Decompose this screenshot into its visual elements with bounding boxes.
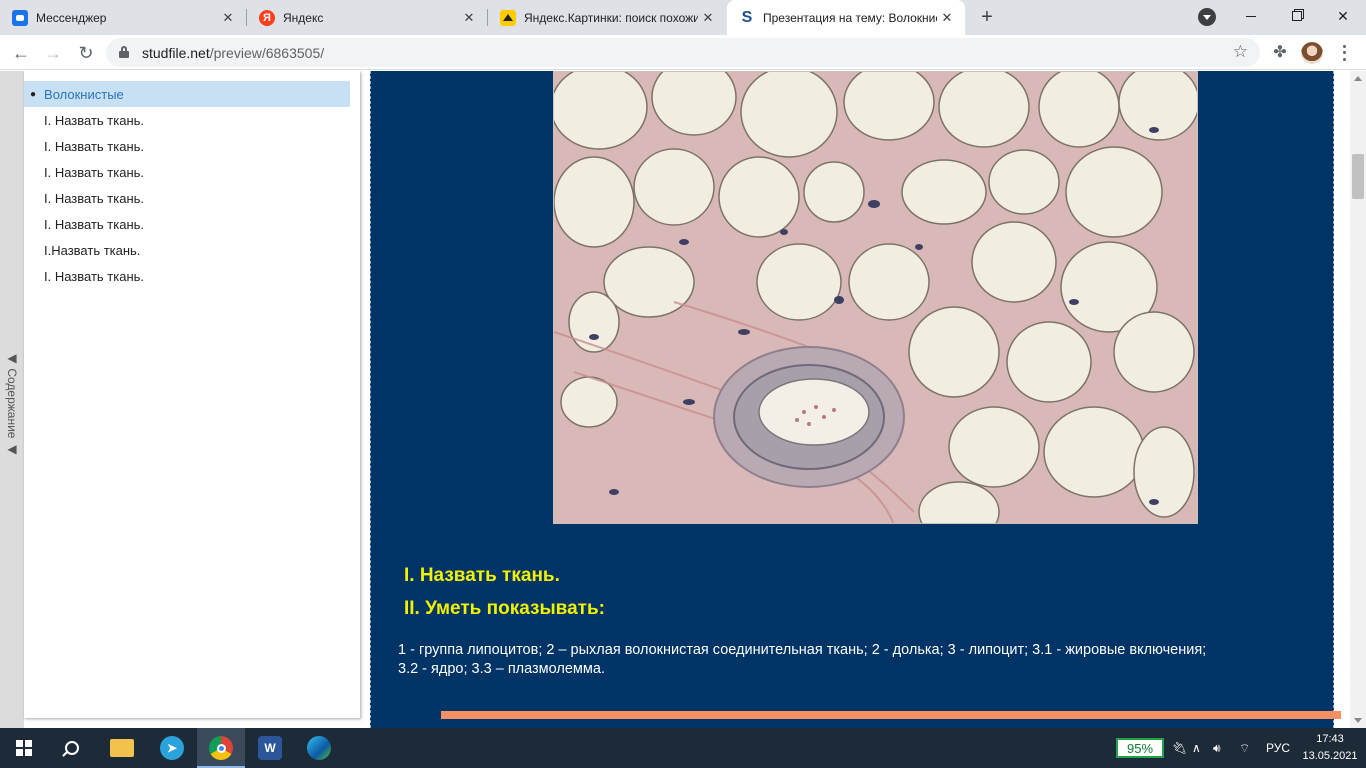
close-icon[interactable]: ✕ (937, 8, 957, 28)
profile-avatar[interactable] (1301, 42, 1323, 64)
file-explorer-icon[interactable] (98, 728, 146, 768)
close-icon[interactable]: ✕ (698, 8, 718, 28)
show-hidden-icons-chevron-icon[interactable]: ∧ (1192, 728, 1201, 768)
new-tab-button[interactable]: + (976, 6, 998, 28)
tab-title: Яндекс.Картинки: поиск похожи (524, 10, 698, 25)
address-bar[interactable]: studfile.net/preview/6863505/ ☆ (106, 38, 1260, 67)
url-host: studfile.net (142, 45, 210, 61)
menu-dots-icon[interactable] (1337, 43, 1351, 63)
system-clock[interactable]: 17:43 13.05.2021 (1298, 731, 1362, 765)
chrome-icon[interactable] (197, 728, 245, 768)
scroll-up-icon[interactable] (1354, 76, 1362, 81)
toc-item[interactable]: I. Назвать ткань. (24, 263, 350, 289)
toc-item-label: I. Назвать ткань. (44, 216, 145, 232)
tab-title: Презентация на тему: Волокнис (763, 10, 937, 25)
bookmark-star-icon[interactable]: ☆ (1233, 42, 1248, 62)
browser-toolbar: ← → ↻ studfile.net/preview/6863505/ ☆ ✤ (0, 35, 1366, 70)
toc-toggle-label: ◀ Содержание ◀ (5, 351, 19, 456)
restore-button[interactable] (1274, 0, 1320, 32)
bullet-icon: ● (30, 88, 37, 100)
toc-item[interactable]: ● Волокнистые (24, 81, 350, 107)
toc-item-label: I. Назвать ткань. (44, 112, 145, 128)
word-icon[interactable]: W (246, 728, 294, 768)
scroll-down-icon[interactable] (1354, 718, 1362, 723)
toc-item-label: I. Назвать ткань. (44, 138, 145, 154)
power-plug-icon[interactable]: 🔌︎ (1172, 728, 1187, 768)
volume-icon[interactable]: 🔊︎ (1213, 728, 1221, 768)
telegram-icon[interactable]: ➤ (148, 728, 196, 768)
close-icon[interactable]: ✕ (218, 8, 238, 28)
toc-item[interactable]: I. Назвать ткань. (24, 185, 350, 211)
input-language[interactable]: РУС (1266, 728, 1290, 768)
slide-heading-1: I. Назвать ткань. (404, 565, 560, 586)
scrollbar-thumb[interactable] (1352, 154, 1364, 199)
windows-taskbar: ➤ W 95% 🔌︎ ∧ 🔊︎ ⌔ РУС 17:43 13.05.2021 (0, 728, 1366, 768)
toc-item-label: Волокнистые (44, 86, 124, 102)
toc-panel: ● Волокнистые I. Назвать ткань. I. Назва… (24, 71, 360, 718)
lock-icon[interactable] (119, 46, 129, 58)
toc-item-label: I. Назвать ткань. (44, 164, 145, 180)
yandex-images-icon (500, 9, 516, 26)
tab-presentation[interactable]: S Презентация на тему: Волокнис ✕ (727, 0, 965, 35)
clock-time: 17:43 (1316, 733, 1344, 745)
tab-title: Яндекс (283, 10, 324, 25)
clock-date: 13.05.2021 (1302, 750, 1358, 762)
forward-arrow-icon[interactable]: → (40, 40, 66, 66)
tab-yandex-images[interactable]: Яндекс.Картинки: поиск похожи ✕ (488, 0, 726, 35)
minimize-button[interactable] (1228, 0, 1274, 32)
close-icon[interactable]: ✕ (459, 8, 479, 28)
tab-messenger[interactable]: Мессенджер ✕ (0, 0, 246, 35)
page-scrollbar[interactable] (1350, 71, 1366, 728)
toc-item[interactable]: I.Назвать ткань. (24, 237, 350, 263)
edge-icon[interactable] (295, 728, 343, 768)
windows-start-icon[interactable] (0, 728, 48, 768)
toc-item[interactable]: I. Назвать ткань. (24, 159, 350, 185)
toc-item[interactable]: I. Назвать ткань. (24, 107, 350, 133)
toc-item[interactable]: I. Назвать ткань. (24, 211, 350, 237)
toc-item-label: I. Назвать ткань. (44, 268, 145, 284)
slide-description: 1 - группа липоцитов; 2 – рыхлая волокни… (398, 642, 1207, 677)
toc-item[interactable]: I. Назвать ткань. (24, 133, 350, 159)
toc-toggle[interactable]: ◀ Содержание ◀ (0, 71, 24, 728)
back-arrow-icon[interactable]: ← (8, 40, 34, 66)
url-path: /preview/6863505/ (209, 45, 325, 61)
messenger-icon (12, 9, 28, 26)
page-content: ◀ Содержание ◀ ● Волокнистые I. Назвать … (0, 71, 1350, 728)
accent-bar (441, 711, 1341, 719)
search-icon[interactable] (48, 728, 96, 768)
url-text[interactable]: studfile.net/preview/6863505/ (142, 45, 324, 61)
wifi-icon[interactable]: ⌔ (1239, 728, 1250, 768)
yandex-icon: Я (259, 9, 275, 26)
slide-heading-2: II. Уметь показывать: (404, 598, 605, 619)
battery-percentage[interactable]: 95% (1116, 738, 1164, 758)
presentation-slide: I. Назвать ткань. II. Уметь показывать: … (370, 71, 1341, 728)
reload-icon[interactable]: ↻ (73, 40, 99, 66)
toc-item-label: I.Назвать ткань. (44, 242, 141, 258)
tab-search-icon[interactable] (1198, 8, 1216, 26)
toc-item-label: I. Назвать ткань. (44, 190, 145, 206)
micrograph-image (553, 71, 1198, 524)
tab-yandex[interactable]: Я Яндекс ✕ (247, 0, 487, 35)
extensions-puzzle-icon[interactable]: ✤ (1271, 43, 1289, 61)
tab-strip: Мессенджер ✕ Я Яндекс ✕ Яндекс.Картинки:… (0, 0, 1366, 35)
tab-title: Мессенджер (36, 10, 107, 25)
close-window-button[interactable]: ✕ (1320, 0, 1366, 32)
studfile-icon: S (741, 8, 753, 26)
